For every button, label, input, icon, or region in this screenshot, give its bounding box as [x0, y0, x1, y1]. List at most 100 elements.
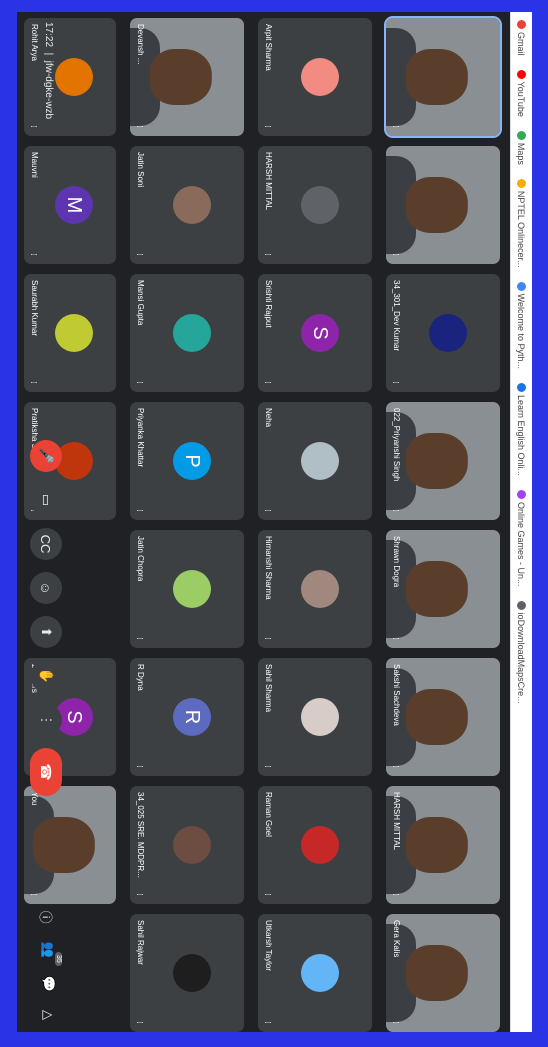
- participant-tile[interactable]: Shrawn Dogra ⁞: [386, 530, 500, 648]
- mic-muted-icon: ⁞: [391, 893, 400, 896]
- captions-button[interactable]: CC: [30, 528, 62, 560]
- mic-muted-icon: ⁞: [135, 637, 144, 640]
- avatar: [172, 314, 211, 352]
- participant-tile[interactable]: Gera Kalis ⁞: [386, 914, 500, 1032]
- video-feed: [405, 49, 468, 105]
- participant-name: Jatin Chopra: [136, 536, 145, 582]
- camera-button[interactable]: ▭: [30, 484, 62, 516]
- bookmark-item[interactable]: YouTube: [517, 69, 527, 117]
- participant-tile[interactable]: Sahil Rajwar ⁞: [130, 914, 244, 1032]
- avatar: [172, 954, 211, 992]
- info-button[interactable]: ⓘ: [37, 911, 56, 924]
- bookmark-label: Welcome to Pyth...: [516, 293, 527, 369]
- avatar: P: [172, 442, 211, 480]
- participant-tile[interactable]: Arpit Sharma ⁞: [258, 18, 372, 136]
- bookmark-favicon-icon: [517, 130, 526, 140]
- bookmark-item[interactable]: Gmail: [517, 20, 527, 56]
- participant-grid: ⁞ Arpit Sharma ⁞ Devansh ... ⁞ Rohit Arya ⁞ ⁞ HA…: [24, 12, 504, 1032]
- side-controls: ⓘ 👥 35 💬 △: [37, 911, 62, 1020]
- meet-window: Gmail YouTube Maps NPTEL Onlinecer... Welcom…: [17, 12, 532, 1032]
- captions-icon: CC: [38, 534, 54, 554]
- leave-call-button[interactable]: ☎: [30, 748, 62, 796]
- participant-tile[interactable]: 022_Priyanshi Singh ⁞: [386, 402, 500, 520]
- more-icon: ⋮: [39, 713, 54, 727]
- participant-name: Sahil Rajwar: [136, 920, 145, 965]
- participant-tile[interactable]: P Priyanka Khattar ⁞: [130, 402, 244, 520]
- present-button[interactable]: ⬆: [30, 616, 62, 648]
- participant-tile[interactable]: Jatin Soni ⁞: [130, 146, 244, 264]
- emoji-button[interactable]: ☺: [30, 572, 62, 604]
- video-feed: [405, 177, 468, 233]
- mic-off-icon: 🎤: [39, 447, 54, 465]
- clock-time: 17:22: [43, 22, 54, 48]
- participant-tile[interactable]: Devansh ... ⁞: [130, 18, 244, 136]
- people-button[interactable]: 👥 35: [37, 942, 62, 966]
- bookmark-item[interactable]: ioDownloadMapsCre...: [517, 600, 527, 704]
- meeting-code: jfw-dgke-wzb: [43, 60, 54, 120]
- camera-icon: ▭: [39, 493, 54, 507]
- video-feed: [405, 945, 468, 1001]
- call-controls: 🎤 ▭ CC ☺ ⬆ ✋ ⋮ ☎: [30, 440, 62, 796]
- bookmark-favicon-icon: [517, 69, 526, 79]
- mic-muted-icon: ⁞: [263, 381, 272, 384]
- avatar: [172, 186, 211, 224]
- avatar: S: [300, 314, 339, 352]
- video-feed: [405, 561, 468, 617]
- mic-muted-icon: ⁞: [135, 1021, 144, 1024]
- participant-tile[interactable]: HARSH MITTAL ⁞: [386, 786, 500, 904]
- bookmark-item[interactable]: Maps: [516, 130, 527, 165]
- participant-tile[interactable]: Himanshi Sharma ⁞: [258, 530, 372, 648]
- avatar: [300, 954, 339, 992]
- mic-muted-icon: ⁞: [391, 637, 400, 640]
- participant-tile[interactable]: Utkarsh Taylor ⁞: [258, 914, 372, 1032]
- participant-tile[interactable]: S Srishti Rajput ⁞: [258, 274, 372, 392]
- participant-tile[interactable]: 34_301_Dev Kumar ⁞: [386, 274, 500, 392]
- chat-button[interactable]: 💬: [37, 976, 56, 992]
- bookmark-favicon-icon: [517, 281, 526, 291]
- participant-tile[interactable]: ⁞: [384, 15, 502, 139]
- participant-name: Srishti Rajput: [264, 280, 273, 328]
- participant-tile[interactable]: Mansi Gupta ⁞: [130, 274, 244, 392]
- participant-tile[interactable]: ⁞: [386, 146, 500, 264]
- bookmark-item[interactable]: Learn English Onli...: [516, 382, 527, 477]
- mic-muted-icon: ⁞: [135, 125, 144, 128]
- bookmark-favicon-icon: [517, 382, 526, 392]
- mic-off-button[interactable]: 🎤: [30, 440, 62, 472]
- raise-hand-button[interactable]: ✋: [30, 660, 62, 692]
- mic-muted-icon: ⁞: [391, 765, 400, 768]
- participant-tile[interactable]: Sakshi Sachdeva ⁞: [386, 658, 500, 776]
- participant-tile[interactable]: 34_025 SRE. MDDPR... ⁞: [130, 786, 244, 904]
- participant-name: Priyanka Khattar: [136, 408, 145, 468]
- participant-tile[interactable]: Raman Goel ⁞: [258, 786, 372, 904]
- participant-name: Sakshi Sachdeva: [392, 664, 401, 726]
- mic-muted-icon: ⁞: [391, 253, 400, 256]
- participant-name: Arpit Sharma: [264, 24, 273, 71]
- participant-name: 34_301_Dev Kumar: [392, 280, 401, 352]
- mic-muted-icon: ⁞: [135, 381, 144, 384]
- participant-tile[interactable]: Neha ⁞: [258, 402, 372, 520]
- avatar: [300, 698, 339, 736]
- avatar: [300, 186, 339, 224]
- mic-muted-icon: ⁞: [391, 125, 400, 128]
- mic-muted-icon: ⁞: [263, 637, 272, 640]
- participant-tile[interactable]: R R Dyna ⁞: [130, 658, 244, 776]
- more-options-button[interactable]: ⋮: [30, 704, 62, 736]
- bookmark-label: Learn English Onli...: [516, 394, 527, 477]
- participant-name: Shrawn Dogra: [392, 536, 401, 588]
- bookmark-favicon-icon: [517, 490, 526, 500]
- phone-end-icon: ☎: [38, 763, 55, 781]
- bookmark-item[interactable]: NPTEL Onlinecer...: [516, 178, 527, 268]
- mic-muted-icon: ⁞: [135, 509, 144, 512]
- bookmark-label: NPTEL Onlinecer...: [516, 190, 527, 268]
- video-feed: [405, 689, 468, 745]
- activities-button[interactable]: △: [37, 1010, 56, 1020]
- participant-name: 022_Priyanshi Singh: [392, 408, 401, 482]
- avatar: [300, 58, 339, 96]
- video-feed: [405, 433, 468, 489]
- bookmark-label: Maps: [516, 142, 527, 165]
- participant-tile[interactable]: Sahil Sharma ⁞: [258, 658, 372, 776]
- participant-tile[interactable]: HARSH MITTAL ⁞: [258, 146, 372, 264]
- bookmark-item[interactable]: Welcome to Pyth...: [516, 281, 527, 369]
- bookmark-item[interactable]: Online Games - Un...: [517, 490, 527, 587]
- participant-tile[interactable]: Jatin Chopra ⁞: [130, 530, 244, 648]
